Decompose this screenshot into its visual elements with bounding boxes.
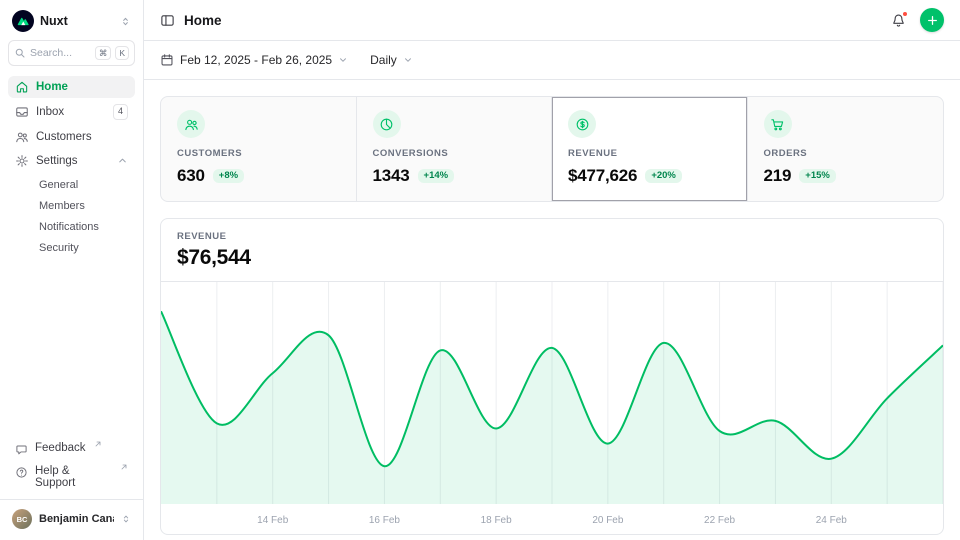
feedback-label: Feedback xyxy=(35,442,86,454)
user-name: Benjamin Canac xyxy=(39,513,114,525)
stats-row: CUSTOMERS 630 +8% CONVERSIONS 1343 +14% xyxy=(160,96,944,202)
stat-label: CUSTOMERS xyxy=(177,148,340,159)
help-support-link[interactable]: Help & Support xyxy=(8,461,135,493)
stat-delta-badge: +20% xyxy=(645,169,682,184)
sidebar-item-label: Inbox xyxy=(36,106,64,118)
svg-text:20 Feb: 20 Feb xyxy=(592,515,624,526)
feedback-link[interactable]: Feedback xyxy=(8,438,135,460)
users-icon xyxy=(15,130,29,144)
search-input[interactable] xyxy=(30,47,91,59)
workspace-switcher[interactable]: Nuxt xyxy=(8,8,135,40)
stat-value: $477,626 xyxy=(568,166,637,186)
sidebar-item-inbox[interactable]: Inbox 4 xyxy=(8,100,135,124)
stat-card-conversions[interactable]: CONVERSIONS 1343 +14% xyxy=(357,97,553,201)
chevron-down-icon xyxy=(338,55,348,65)
users-icon xyxy=(177,110,205,138)
external-link-icon xyxy=(94,440,102,448)
revenue-chart-card: REVENUE $76,544 14 Feb 16 Feb 18 Feb 20 Feb… xyxy=(160,218,944,535)
sidebar-subitem-general[interactable]: General xyxy=(8,175,135,195)
svg-text:24 Feb: 24 Feb xyxy=(816,515,848,526)
main-panel: Home Feb 12, 2025 - Feb 26, 2025 Daily xyxy=(144,0,960,540)
period-label: Daily xyxy=(370,53,397,67)
sidebar-item-label: Settings xyxy=(36,155,78,167)
svg-text:18 Feb: 18 Feb xyxy=(481,515,513,526)
chart-header: REVENUE $76,544 xyxy=(161,219,943,282)
settings-subnav: General Members Notifications Security xyxy=(8,175,135,258)
plus-icon xyxy=(926,14,939,27)
stat-delta-badge: +15% xyxy=(799,169,836,184)
inbox-icon xyxy=(15,105,29,119)
kbd-k: K xyxy=(115,46,129,60)
shopping-cart-icon xyxy=(764,110,792,138)
inbox-count-badge: 4 xyxy=(113,104,128,120)
sidebar-item-label: Home xyxy=(36,81,68,93)
sidebar-item-label: Customers xyxy=(36,131,92,143)
stat-label: CONVERSIONS xyxy=(373,148,536,159)
dashboard-content: CUSTOMERS 630 +8% CONVERSIONS 1343 +14% xyxy=(144,80,960,540)
help-support-label: Help & Support xyxy=(35,465,112,489)
header-actions xyxy=(889,8,944,32)
page-header: Home xyxy=(144,0,960,41)
kbd-cmd: ⌘ xyxy=(95,46,112,60)
search-input-wrapper[interactable]: ⌘ K xyxy=(8,40,135,66)
revenue-chart[interactable]: 14 Feb 16 Feb 18 Feb 20 Feb 22 Feb 24 Feb xyxy=(161,282,943,534)
home-icon xyxy=(15,80,29,94)
user-menu[interactable]: BC Benjamin Canac xyxy=(0,499,143,532)
chart-metric-label: REVENUE xyxy=(177,231,927,242)
search-icon xyxy=(14,47,26,59)
sidebar-subitem-notifications[interactable]: Notifications xyxy=(8,217,135,237)
external-link-icon xyxy=(120,463,128,471)
add-button[interactable] xyxy=(920,8,944,32)
stat-delta-badge: +8% xyxy=(213,169,244,184)
chevron-up-icon xyxy=(117,155,128,166)
dollar-circle-icon xyxy=(568,110,596,138)
sidebar-subitem-security[interactable]: Security xyxy=(8,238,135,258)
filter-bar: Feb 12, 2025 - Feb 26, 2025 Daily xyxy=(144,41,960,80)
chat-bubble-icon xyxy=(15,443,28,456)
chevron-updown-icon xyxy=(120,16,131,27)
sidebar-spacer xyxy=(8,258,135,439)
stat-card-revenue[interactable]: REVENUE $477,626 +20% xyxy=(552,97,748,201)
sidebar-nav: Home Inbox 4 Customers Settings General … xyxy=(8,76,135,258)
pie-chart-icon xyxy=(373,110,401,138)
stat-label: REVENUE xyxy=(568,148,731,159)
gear-icon xyxy=(15,154,29,168)
chart-area: 14 Feb 16 Feb 18 Feb 20 Feb 22 Feb 24 Feb xyxy=(161,282,943,534)
sidebar-item-settings[interactable]: Settings xyxy=(8,150,135,172)
page-title: Home xyxy=(184,13,222,28)
question-circle-icon xyxy=(15,466,28,479)
stat-card-customers[interactable]: CUSTOMERS 630 +8% xyxy=(161,97,357,201)
period-select[interactable]: Daily xyxy=(370,53,413,67)
sidebar-collapse-button[interactable] xyxy=(160,13,175,28)
stat-value: 219 xyxy=(764,166,792,186)
stat-delta-badge: +14% xyxy=(418,169,455,184)
notification-dot xyxy=(902,11,908,17)
svg-text:22 Feb: 22 Feb xyxy=(704,515,736,526)
workspace-name: Nuxt xyxy=(40,14,68,28)
stat-value: 630 xyxy=(177,166,205,186)
sidebar: Nuxt ⌘ K Home Inbox 4 Customers Settings xyxy=(0,0,144,540)
stat-label: ORDERS xyxy=(764,148,928,159)
svg-text:14 Feb: 14 Feb xyxy=(257,515,289,526)
panel-left-icon xyxy=(160,13,175,28)
date-range-picker[interactable]: Feb 12, 2025 - Feb 26, 2025 xyxy=(160,53,348,67)
avatar: BC xyxy=(12,509,32,529)
stat-value: 1343 xyxy=(373,166,410,186)
sidebar-subitem-members[interactable]: Members xyxy=(8,196,135,216)
notifications-button[interactable] xyxy=(889,11,908,30)
sidebar-footer: Feedback Help & Support xyxy=(8,438,135,493)
chevron-updown-icon xyxy=(121,514,131,524)
chevron-down-icon xyxy=(403,55,413,65)
date-range-label: Feb 12, 2025 - Feb 26, 2025 xyxy=(180,53,332,67)
chart-metric-value: $76,544 xyxy=(177,246,927,270)
svg-text:16 Feb: 16 Feb xyxy=(369,515,401,526)
calendar-icon xyxy=(160,53,174,67)
nuxt-logo-icon xyxy=(12,10,34,32)
sidebar-item-home[interactable]: Home xyxy=(8,76,135,98)
sidebar-item-customers[interactable]: Customers xyxy=(8,126,135,148)
stat-card-orders[interactable]: ORDERS 219 +15% xyxy=(748,97,944,201)
